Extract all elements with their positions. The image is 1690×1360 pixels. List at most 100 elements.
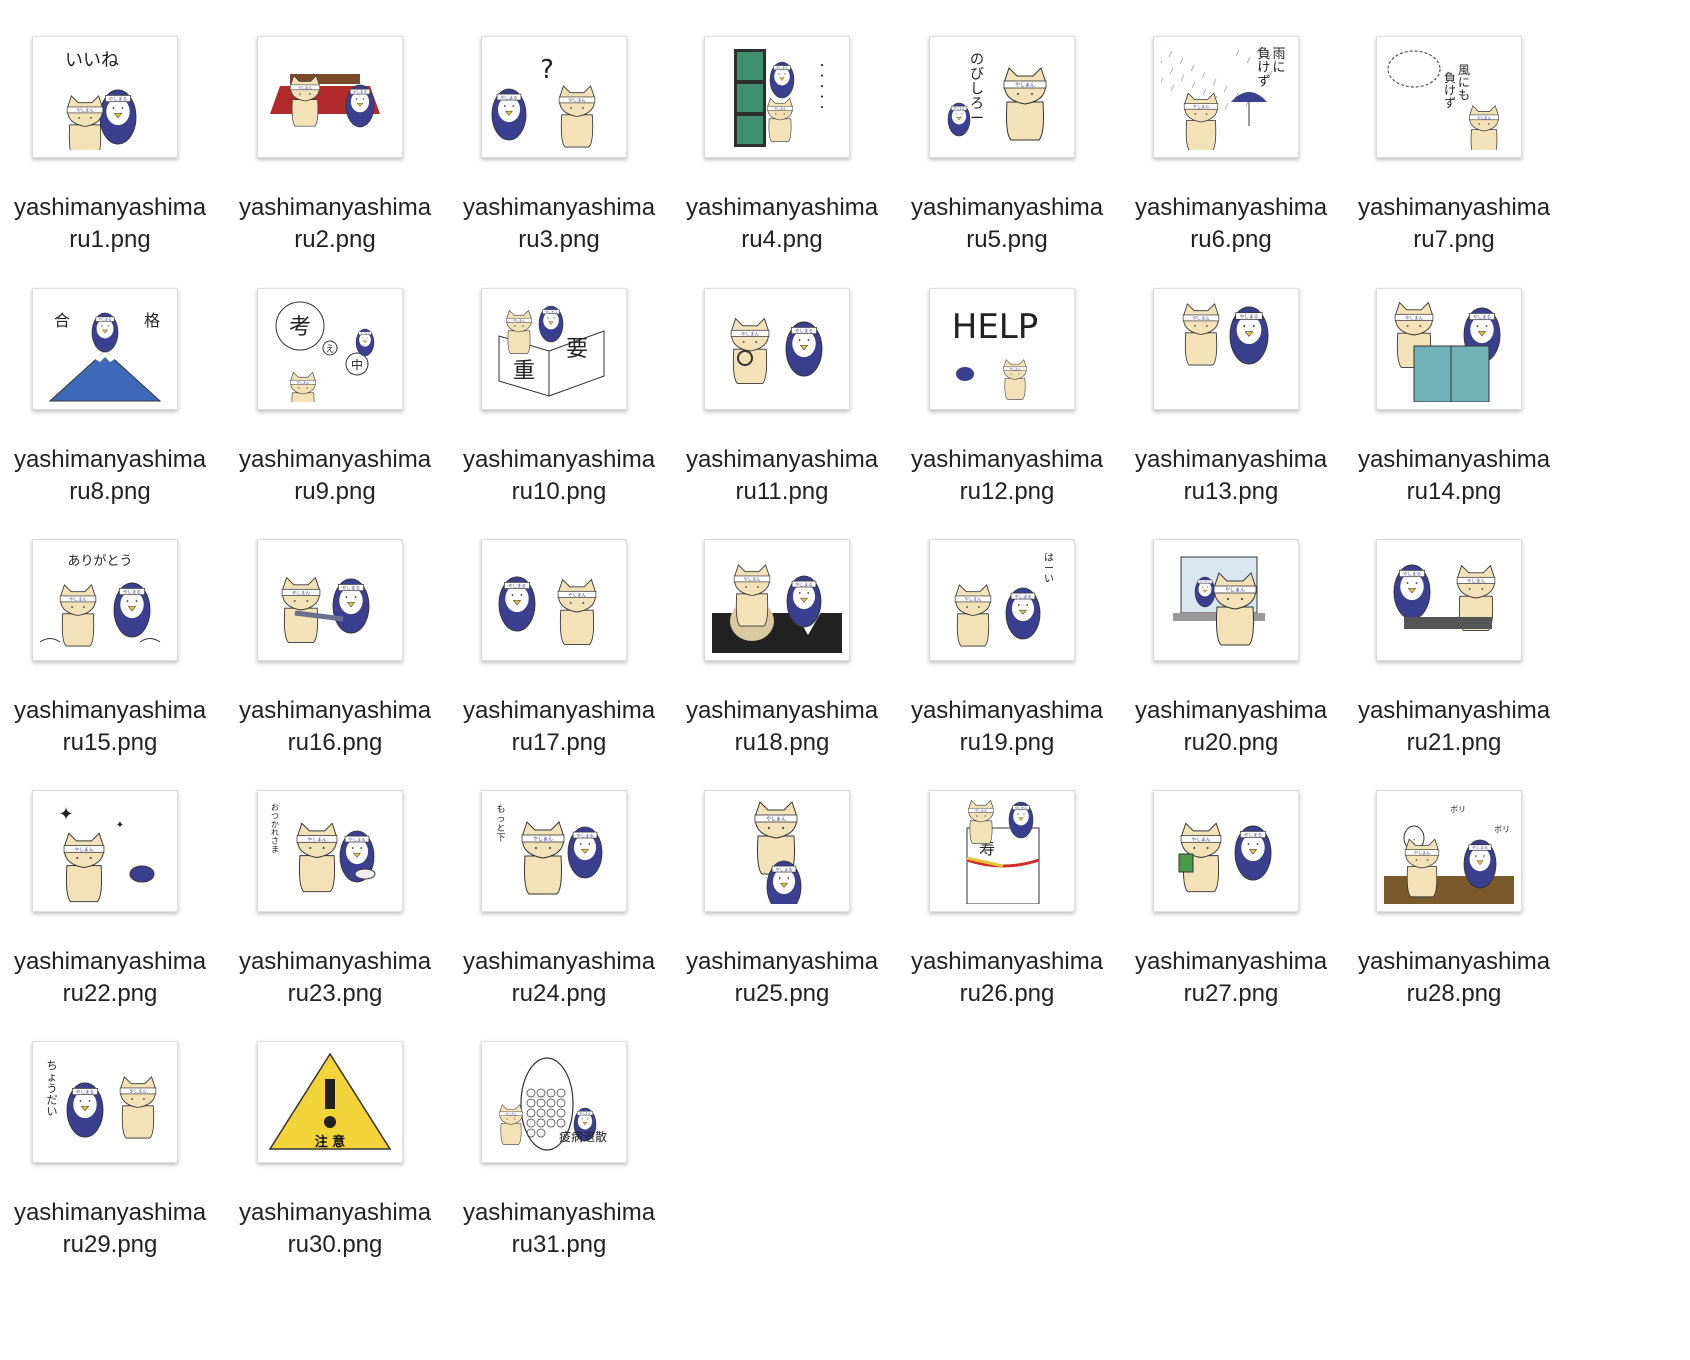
file-name[interactable]: yashimanyashima ru17.png [449,695,669,759]
file-thumbnail[interactable]: やしまん やしまる 疫病退散 [481,1041,627,1163]
file-thumbnail[interactable]: やしまる やしまん [481,539,627,661]
file-thumbnail[interactable]: やしまる やしまん ・・・・・ [704,36,850,158]
file-thumbnail[interactable]: のびしろー やしまる やしまん [929,36,1075,158]
file-thumbnail[interactable]: 寿 やしまん やしまる [929,790,1075,912]
file-name[interactable]: yashimanyashima ru2.png [225,192,445,256]
sticker-image: やしまる やしまん ・・・・・ [734,49,827,147]
file-thumbnail[interactable]: 雨に負けず やしまん [1153,36,1299,158]
file-item[interactable]: やしまる やしまん yashimanyashima ru20.png [1121,503,1341,756]
file-name[interactable]: yashimanyashima ru28.png [1344,946,1564,1010]
file-item[interactable]: 重 要 やしまん やしまる yashimanyashima ru10.png [449,252,669,505]
file-thumbnail[interactable]: やしまる やしまん [1376,539,1522,661]
file-thumbnail[interactable]: ボリ ボリ: やしまん やしまる [1376,790,1522,912]
file-name[interactable]: yashimanyashima ru13.png [1121,444,1341,508]
file-item[interactable]: やしまん やしまる yashimanyashima ru14.png [1344,252,1564,505]
file-name[interactable]: yashimanyashima ru18.png [672,695,892,759]
file-thumbnail[interactable]: やしまる やしまん [1153,539,1299,661]
file-name[interactable]: yashimanyashima ru22.png [0,946,220,1010]
file-thumbnail[interactable]: やしまん やしまる [257,539,403,661]
file-thumbnail[interactable]: 注 意 [257,1041,403,1163]
file-name[interactable]: yashimanyashima ru5.png [897,192,1117,256]
file-item[interactable]: やしまん やしまる yashimanyashima ru16.png [225,503,445,756]
file-name[interactable]: yashimanyashima ru10.png [449,444,669,508]
file-name[interactable]: yashimanyashima ru31.png [449,1197,669,1261]
sticker-image: はーい やしまん やしまる [954,552,1054,647]
file-item[interactable]: やしまん やしまる yashimanyashima ru2.png [225,0,445,253]
file-thumbnail[interactable]: ? やしまる やしまん [481,36,627,158]
file-item[interactable]: ちょうだい やしまる やしまん yashimanyashima ru29.png [0,1005,220,1258]
file-name[interactable]: yashimanyashima ru23.png [225,946,445,1010]
file-item[interactable]: ? やしまる やしまん yashimanyashima ru3.png [449,0,669,253]
file-name[interactable]: yashimanyashima ru24.png [449,946,669,1010]
file-name[interactable]: yashimanyashima ru8.png [0,444,220,508]
file-name[interactable]: yashimanyashima ru4.png [672,192,892,256]
file-item[interactable]: 考え中 やしまる やしまん yashimanyashima ru9.png [225,252,445,505]
file-item[interactable]: もっと下 やしまん やしまる yashimanyashima ru24.png [449,754,669,1007]
file-item[interactable]: やしまん やしまる yashimanyashima ru25.png [672,754,892,1007]
file-item[interactable]: やしまん やしまる yashimanyashima ru13.png [1121,252,1341,505]
file-item[interactable]: いいね やしまる やしまん yashimanyashima ru1.png [0,0,220,253]
file-name[interactable]: yashimanyashima ru21.png [1344,695,1564,759]
file-name[interactable]: yashimanyashima ru6.png [1121,192,1341,256]
file-thumbnail[interactable]: ありがとう やしまん やしまる [32,539,178,661]
svg-text:ま: ま [271,845,279,854]
file-thumbnail[interactable]: やしまん やしまる [704,790,850,912]
file-thumbnail[interactable]: おつかれさま やしまん やしまる [257,790,403,912]
file-thumbnail[interactable]: やしまん やしまる [1376,288,1522,410]
file-name[interactable]: yashimanyashima ru9.png [225,444,445,508]
svg-text:やしまん: やしまん [1414,849,1430,855]
file-thumbnail[interactable]: やしまん やしまる [257,36,403,158]
file-item[interactable]: やしまる やしまん ・・・・・ yashimanyashima ru4.png [672,0,892,253]
file-name[interactable]: yashimanyashima ru27.png [1121,946,1341,1010]
file-item[interactable]: 雨に負けず やしまん yashimanyashima ru6.png [1121,0,1341,253]
file-item[interactable]: ✦ ✦ やしまん yashimanyashima ru22.png [0,754,220,1007]
file-thumbnail[interactable]: HELP やしまん [929,288,1075,410]
file-item[interactable]: HELP やしまん yashimanyashima ru12.png [897,252,1117,505]
file-item[interactable]: 合 格 やしまる yashimanyashima ru8.png [0,252,220,505]
file-thumbnail[interactable]: やしまん やしまる [1153,790,1299,912]
file-item[interactable]: おつかれさま やしまん やしまる yashimanyashima ru23.png [225,754,445,1007]
file-name-line2: ru28.png [1406,980,1502,1007]
file-name[interactable]: yashimanyashima ru30.png [225,1197,445,1261]
file-item[interactable]: やしまん やしまる 疫病退散 yashimanyashima ru31.png [449,1005,669,1258]
file-thumbnail[interactable]: 合 格 やしまる [32,288,178,410]
file-item[interactable]: やしまる やしまん yashimanyashima ru17.png [449,503,669,756]
file-thumbnail[interactable]: やしまん やしまる [704,539,850,661]
file-item[interactable]: 寿 やしまん やしまる yashimanyashima ru26.png [897,754,1117,1007]
file-thumbnail[interactable]: はーい やしまん やしまる [929,539,1075,661]
file-item[interactable]: 風にも負けず やしまん yashimanyashima ru7.png [1344,0,1564,253]
file-thumbnail[interactable]: 重 要 やしまん やしまる [481,288,627,410]
file-item[interactable]: やしまん やしまる yashimanyashima ru18.png [672,503,892,756]
file-name[interactable]: yashimanyashima ru26.png [897,946,1117,1010]
file-thumbnail[interactable]: もっと下 やしまん やしまる [481,790,627,912]
file-name[interactable]: yashimanyashima ru15.png [0,695,220,759]
file-name[interactable]: yashimanyashima ru1.png [0,192,220,256]
file-item[interactable]: やしまん やしまる yashimanyashima ru11.png [672,252,892,505]
file-name[interactable]: yashimanyashima ru16.png [225,695,445,759]
file-item[interactable]: やしまん やしまる yashimanyashima ru27.png [1121,754,1341,1007]
file-thumbnail[interactable]: ✦ ✦ やしまん [32,790,178,912]
file-thumbnail[interactable]: ちょうだい やしまる やしまん [32,1041,178,1163]
file-thumbnail[interactable]: いいね やしまる やしまん [32,36,178,158]
file-thumbnail[interactable]: やしまん やしまる [1153,288,1299,410]
sticker-image: 雨に負けず やしまん [1161,44,1286,150]
file-name[interactable]: yashimanyashima ru29.png [0,1197,220,1261]
file-name[interactable]: yashimanyashima ru20.png [1121,695,1341,759]
file-name[interactable]: yashimanyashima ru11.png [672,444,892,508]
file-item[interactable]: ボリ ボリ: やしまん やしまる yashimanyashima ru28.png [1344,754,1564,1007]
file-name[interactable]: yashimanyashima ru3.png [449,192,669,256]
file-name[interactable]: yashimanyashima ru14.png [1344,444,1564,508]
file-item[interactable]: やしまる やしまん yashimanyashima ru21.png [1344,503,1564,756]
file-name[interactable]: yashimanyashima ru19.png [897,695,1117,759]
file-name[interactable]: yashimanyashima ru7.png [1344,192,1564,256]
file-thumbnail[interactable]: 風にも負けず やしまん [1376,36,1522,158]
file-item[interactable]: 注 意 yashimanyashima ru30.png [225,1005,445,1258]
file-item[interactable]: ありがとう やしまん やしまる yashimanyashima ru15.png [0,503,220,756]
file-name[interactable]: yashimanyashima ru12.png [897,444,1117,508]
svg-text:い: い [47,1105,58,1118]
file-thumbnail[interactable]: 考え中 やしまる やしまん [257,288,403,410]
file-thumbnail[interactable]: やしまん やしまる [704,288,850,410]
file-name[interactable]: yashimanyashima ru25.png [672,946,892,1010]
file-item[interactable]: のびしろー やしまる やしまん yashimanyashima ru5.png [897,0,1117,253]
file-item[interactable]: はーい やしまん やしまる yashimanyashima ru19.png [897,503,1117,756]
